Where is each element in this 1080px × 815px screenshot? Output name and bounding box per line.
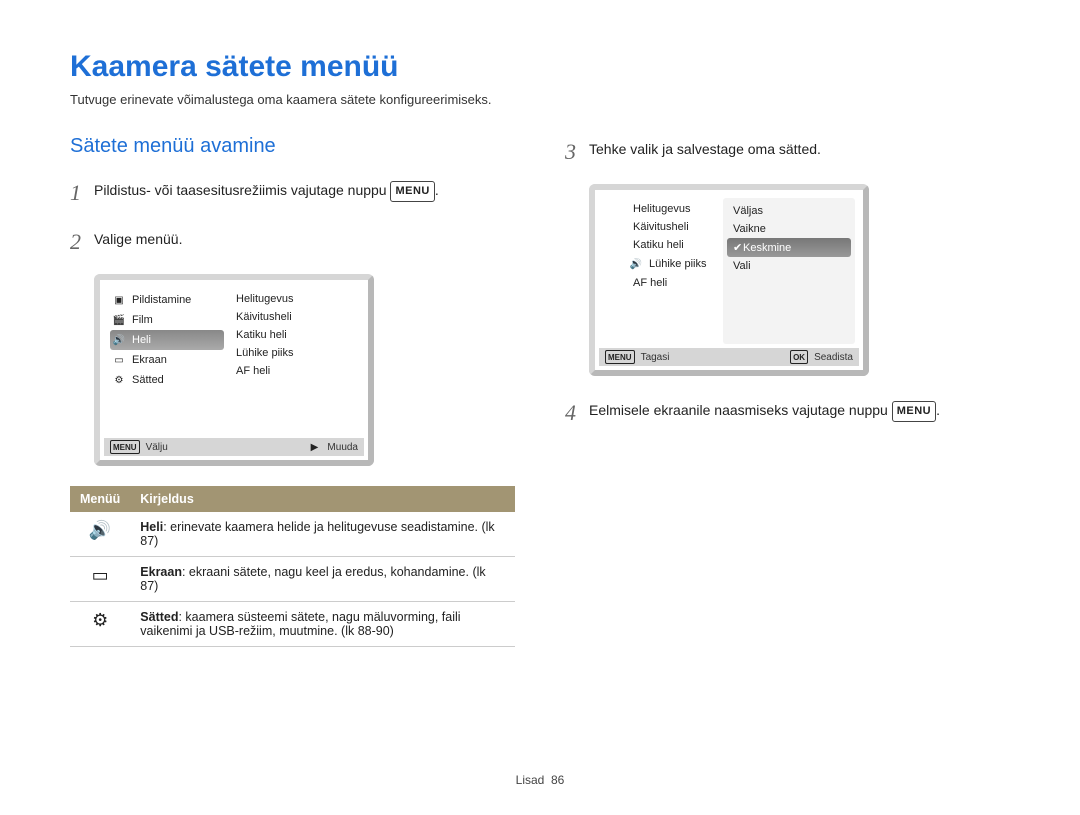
table-row: ▭ Ekraan: ekraani sätete, nagu keel ja e… xyxy=(70,557,515,602)
step-number: 3 xyxy=(565,135,589,168)
step-1-pre: Pildistus- või taasesitusrežiimis vajuta… xyxy=(94,182,390,198)
lcd-footer: MENU Tagasi OK Seadista xyxy=(599,348,859,366)
lcd-item: Lühike piiks xyxy=(649,258,706,270)
lcd-item: Katiku heli xyxy=(627,236,719,254)
step-text: Tehke valik ja salvestage oma sätted. xyxy=(589,135,1010,160)
step-1: 1 Pildistus- või taasesitusrežiimis vaju… xyxy=(70,176,515,209)
right-column: 3 Tehke valik ja salvestage oma sätted. … xyxy=(565,135,1010,647)
row-term: Heli xyxy=(140,520,163,534)
sound-icon: 🔊 xyxy=(112,333,126,347)
lcd-option: AF heli xyxy=(230,362,360,380)
lcd-option-label: Keskmine xyxy=(743,242,791,254)
page-title: Kaamera sätete menüü xyxy=(70,50,1010,84)
lcd-item: Film xyxy=(132,314,153,326)
menu-icon: MENU xyxy=(110,440,140,454)
sound-icon: 🔊 xyxy=(629,257,643,271)
screen-icon: ▭ xyxy=(112,353,126,367)
step-3: 3 Tehke valik ja salvestage oma sätted. xyxy=(565,135,1010,168)
step-number: 1 xyxy=(70,176,94,209)
section-title: Sätete menüü avamine xyxy=(70,135,515,158)
lcd-option: Katiku heli xyxy=(230,326,360,344)
table-row: ⚙ Sätted: kaamera süsteemi sätete, nagu … xyxy=(70,602,515,647)
play-icon: ▶ xyxy=(307,440,321,454)
step-number: 2 xyxy=(70,225,94,258)
row-desc: : kaamera süsteemi sätete, nagu mäluvorm… xyxy=(140,610,460,638)
step-4: 4 Eelmisele ekraanile naasmiseks vajutag… xyxy=(565,396,1010,429)
lcd-foot-left: Välju xyxy=(146,442,168,453)
camera-icon: ▣ xyxy=(112,293,126,307)
table-header-menu: Menüü xyxy=(70,486,130,512)
lcd-screenshot-menu: ▣ Pildistamine 🎬 Film 🔊 Heli ▭ Ekraan ⚙ Sätte… xyxy=(94,274,374,466)
gear-icon: ⚙ xyxy=(112,373,126,387)
lcd-item: Heli xyxy=(132,334,151,346)
lcd-item: Pildistamine xyxy=(132,294,191,306)
sound-icon: 🔊 xyxy=(89,520,111,540)
footer-page-number: 86 xyxy=(551,773,564,787)
step-text: Valige menüü. xyxy=(94,225,515,250)
lcd-option-selected: ✔Keskmine xyxy=(727,238,851,257)
lcd-foot-left: Tagasi xyxy=(641,352,670,363)
page-subtitle: Tutvuge erinevate võimalustega oma kaame… xyxy=(70,92,1010,107)
lcd-item: Sätted xyxy=(132,374,164,386)
step-1-post: . xyxy=(435,182,439,198)
lcd-option: Lühike piiks xyxy=(230,344,360,362)
step-text: Eelmisele ekraanile naasmiseks vajutage … xyxy=(589,396,1010,422)
page-footer: Lisad 86 xyxy=(0,773,1080,787)
table-row: 🔊 Heli: erinevate kaamera helide ja heli… xyxy=(70,512,515,557)
screen-icon: ▭ xyxy=(92,565,109,585)
gear-icon: ⚙ xyxy=(92,610,108,630)
step-2: 2 Valige menüü. xyxy=(70,225,515,258)
footer-section: Lisad xyxy=(516,773,545,787)
lcd-item: Ekraan xyxy=(132,354,167,366)
menu-description-table: Menüü Kirjeldus 🔊 Heli: erinevate kaamer… xyxy=(70,486,515,647)
lcd-screenshot-option: Helitugevus Käivitusheli Katiku heli 🔊 Lü… xyxy=(589,184,869,376)
step-number: 4 xyxy=(565,396,589,429)
row-desc: : ekraani sätete, nagu keel ja eredus, k… xyxy=(140,565,485,593)
lcd-option: Helitugevus xyxy=(230,290,360,308)
lcd-option: Käivitusheli xyxy=(230,308,360,326)
lcd-foot-right: Seadista xyxy=(814,352,853,363)
step-4-post: . xyxy=(936,402,940,418)
ok-icon: OK xyxy=(790,350,808,364)
lcd-option: Vaikne xyxy=(727,220,851,238)
lcd-item: Helitugevus xyxy=(627,200,719,218)
lcd-foot-right: Muuda xyxy=(327,442,358,453)
menu-button-label: MENU xyxy=(390,181,434,202)
film-icon: 🎬 xyxy=(112,313,126,327)
lcd-option: Väljas xyxy=(727,202,851,220)
lcd-option: Vali xyxy=(727,257,851,275)
menu-icon: MENU xyxy=(605,350,635,364)
lcd-item: AF heli xyxy=(627,274,719,292)
step-4-pre: Eelmisele ekraanile naasmiseks vajutage … xyxy=(589,402,892,418)
lcd-footer: MENU Välju ▶ Muuda xyxy=(104,438,364,456)
left-column: Sätete menüü avamine 1 Pildistus- või ta… xyxy=(70,135,515,647)
step-text: Pildistus- või taasesitusrežiimis vajuta… xyxy=(94,176,515,202)
table-header-desc: Kirjeldus xyxy=(130,486,515,512)
row-term: Ekraan xyxy=(140,565,182,579)
menu-button-label: MENU xyxy=(892,401,936,422)
row-term: Sätted xyxy=(140,610,178,624)
row-desc: : erinevate kaamera helide ja helitugevu… xyxy=(140,520,494,548)
lcd-item: Käivitusheli xyxy=(627,218,719,236)
